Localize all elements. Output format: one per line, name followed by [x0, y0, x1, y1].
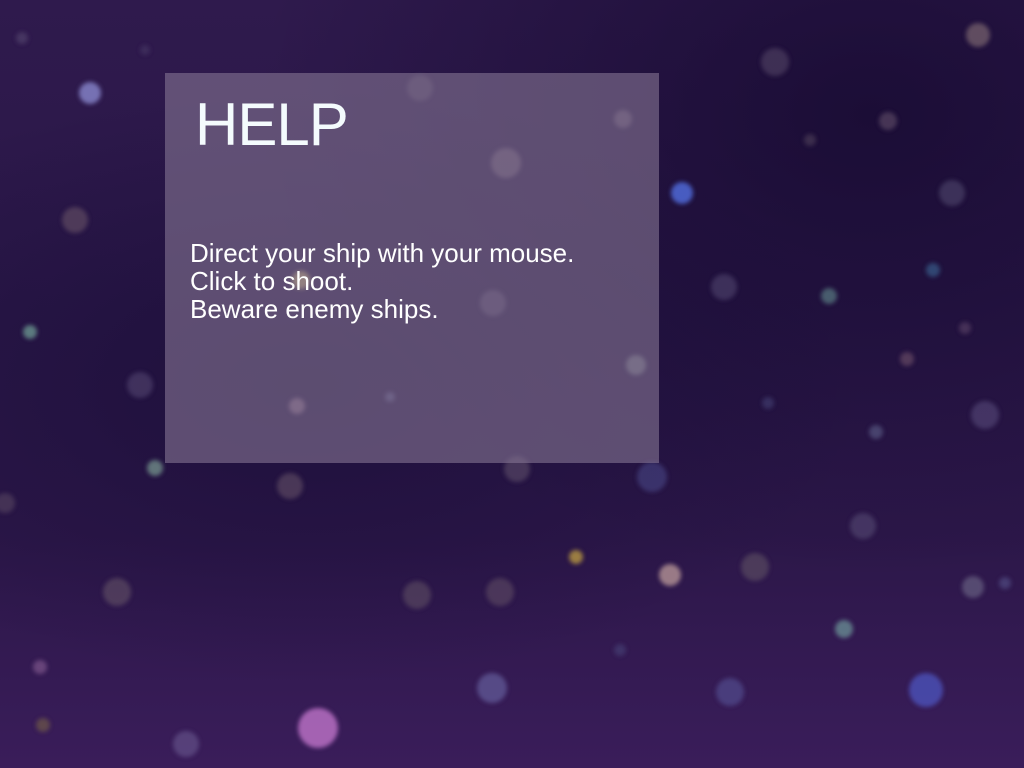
star: [298, 708, 338, 748]
star: [477, 673, 507, 703]
star: [659, 564, 681, 586]
star: [821, 288, 837, 304]
star: [33, 660, 47, 674]
star: [486, 578, 514, 606]
help-instruction-line: Beware enemy ships.: [190, 294, 439, 324]
star: [850, 513, 876, 539]
star: [671, 182, 693, 204]
star: [614, 644, 626, 656]
star: [62, 207, 88, 233]
help-panel: HELP Direct your ship with your mouse. C…: [165, 73, 659, 463]
star: [16, 32, 28, 44]
game-scene[interactable]: HELP Direct your ship with your mouse. C…: [0, 0, 1024, 768]
star: [879, 112, 897, 130]
star: [804, 134, 816, 146]
star: [127, 372, 153, 398]
star: [147, 460, 163, 476]
star: [966, 23, 990, 47]
star: [909, 673, 943, 707]
star: [762, 397, 774, 409]
star: [79, 82, 101, 104]
help-instruction-line: Click to shoot.: [190, 266, 354, 296]
star: [835, 620, 853, 638]
star: [962, 576, 984, 598]
star: [926, 263, 940, 277]
star: [637, 462, 667, 492]
star: [0, 493, 15, 513]
star: [761, 48, 789, 76]
star: [173, 731, 199, 757]
star: [277, 473, 303, 499]
star: [140, 45, 150, 55]
star: [103, 578, 131, 606]
help-instructions: Direct your ship with your mouse. Click …: [190, 239, 574, 323]
star: [741, 553, 769, 581]
star: [971, 401, 999, 429]
star: [711, 274, 737, 300]
star: [869, 425, 883, 439]
help-title: HELP: [195, 91, 349, 158]
star: [716, 678, 744, 706]
star: [900, 352, 914, 366]
star: [939, 180, 965, 206]
star: [999, 577, 1011, 589]
help-instruction-line: Direct your ship with your mouse.: [190, 238, 575, 268]
star: [403, 581, 431, 609]
star: [36, 718, 50, 732]
star: [23, 325, 37, 339]
star: [959, 322, 971, 334]
star: [569, 550, 583, 564]
